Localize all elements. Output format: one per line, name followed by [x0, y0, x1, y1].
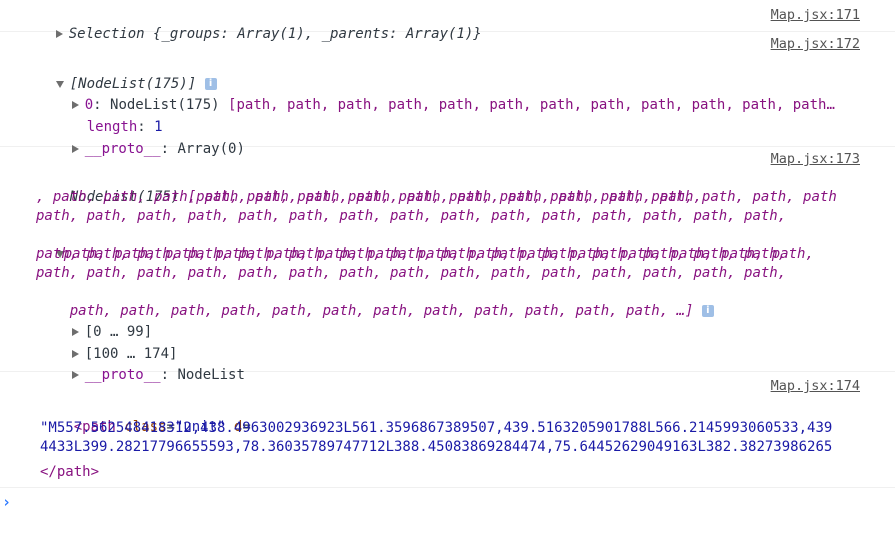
element-close-tag: </path> — [40, 464, 100, 480]
d-attr-value-line: "M557.562548418312,438.4963002936923L561… — [40, 420, 833, 436]
preview-line: path, path, path, path, path, path, path… — [36, 246, 787, 262]
console-entry-nodelist: Map.jsx:173 NodeList(175) [path, path, p… — [0, 146, 895, 383]
console-entry-selection: Map.jsx:171 Selection {_groups: Array(1)… — [0, 0, 895, 42]
source-link[interactable]: Map.jsx:174 — [771, 378, 860, 394]
console-entry-array: Map.jsx:172 [NodeList(175)] i 0: NodeLis… — [0, 31, 895, 157]
console-entry-element: Map.jsx:174 <path class="unit" d= "M557.… — [0, 371, 895, 488]
item-preview: [path, path, path, path, path, path, pat… — [228, 97, 835, 113]
prompt-chevron-icon: › — [2, 493, 12, 511]
preview-line: path, path, path, path, path, path, path… — [36, 208, 787, 224]
info-icon[interactable]: i — [701, 305, 714, 317]
preview-line: path, path, path, path, path, path, path… — [36, 265, 787, 281]
source-link[interactable]: Map.jsx:173 — [771, 151, 860, 167]
source-link[interactable]: Map.jsx:171 — [771, 7, 860, 23]
d-attr-value-line: 4433L399.28217796655593,78.3603578974771… — [40, 439, 833, 455]
preview-line: path, path, path, path, path, path, path… — [69, 303, 694, 319]
console-prompt[interactable]: › — [0, 487, 895, 534]
preview-line: , path, path, path, path, path, path, pa… — [36, 189, 702, 205]
source-link[interactable]: Map.jsx:172 — [771, 36, 860, 52]
